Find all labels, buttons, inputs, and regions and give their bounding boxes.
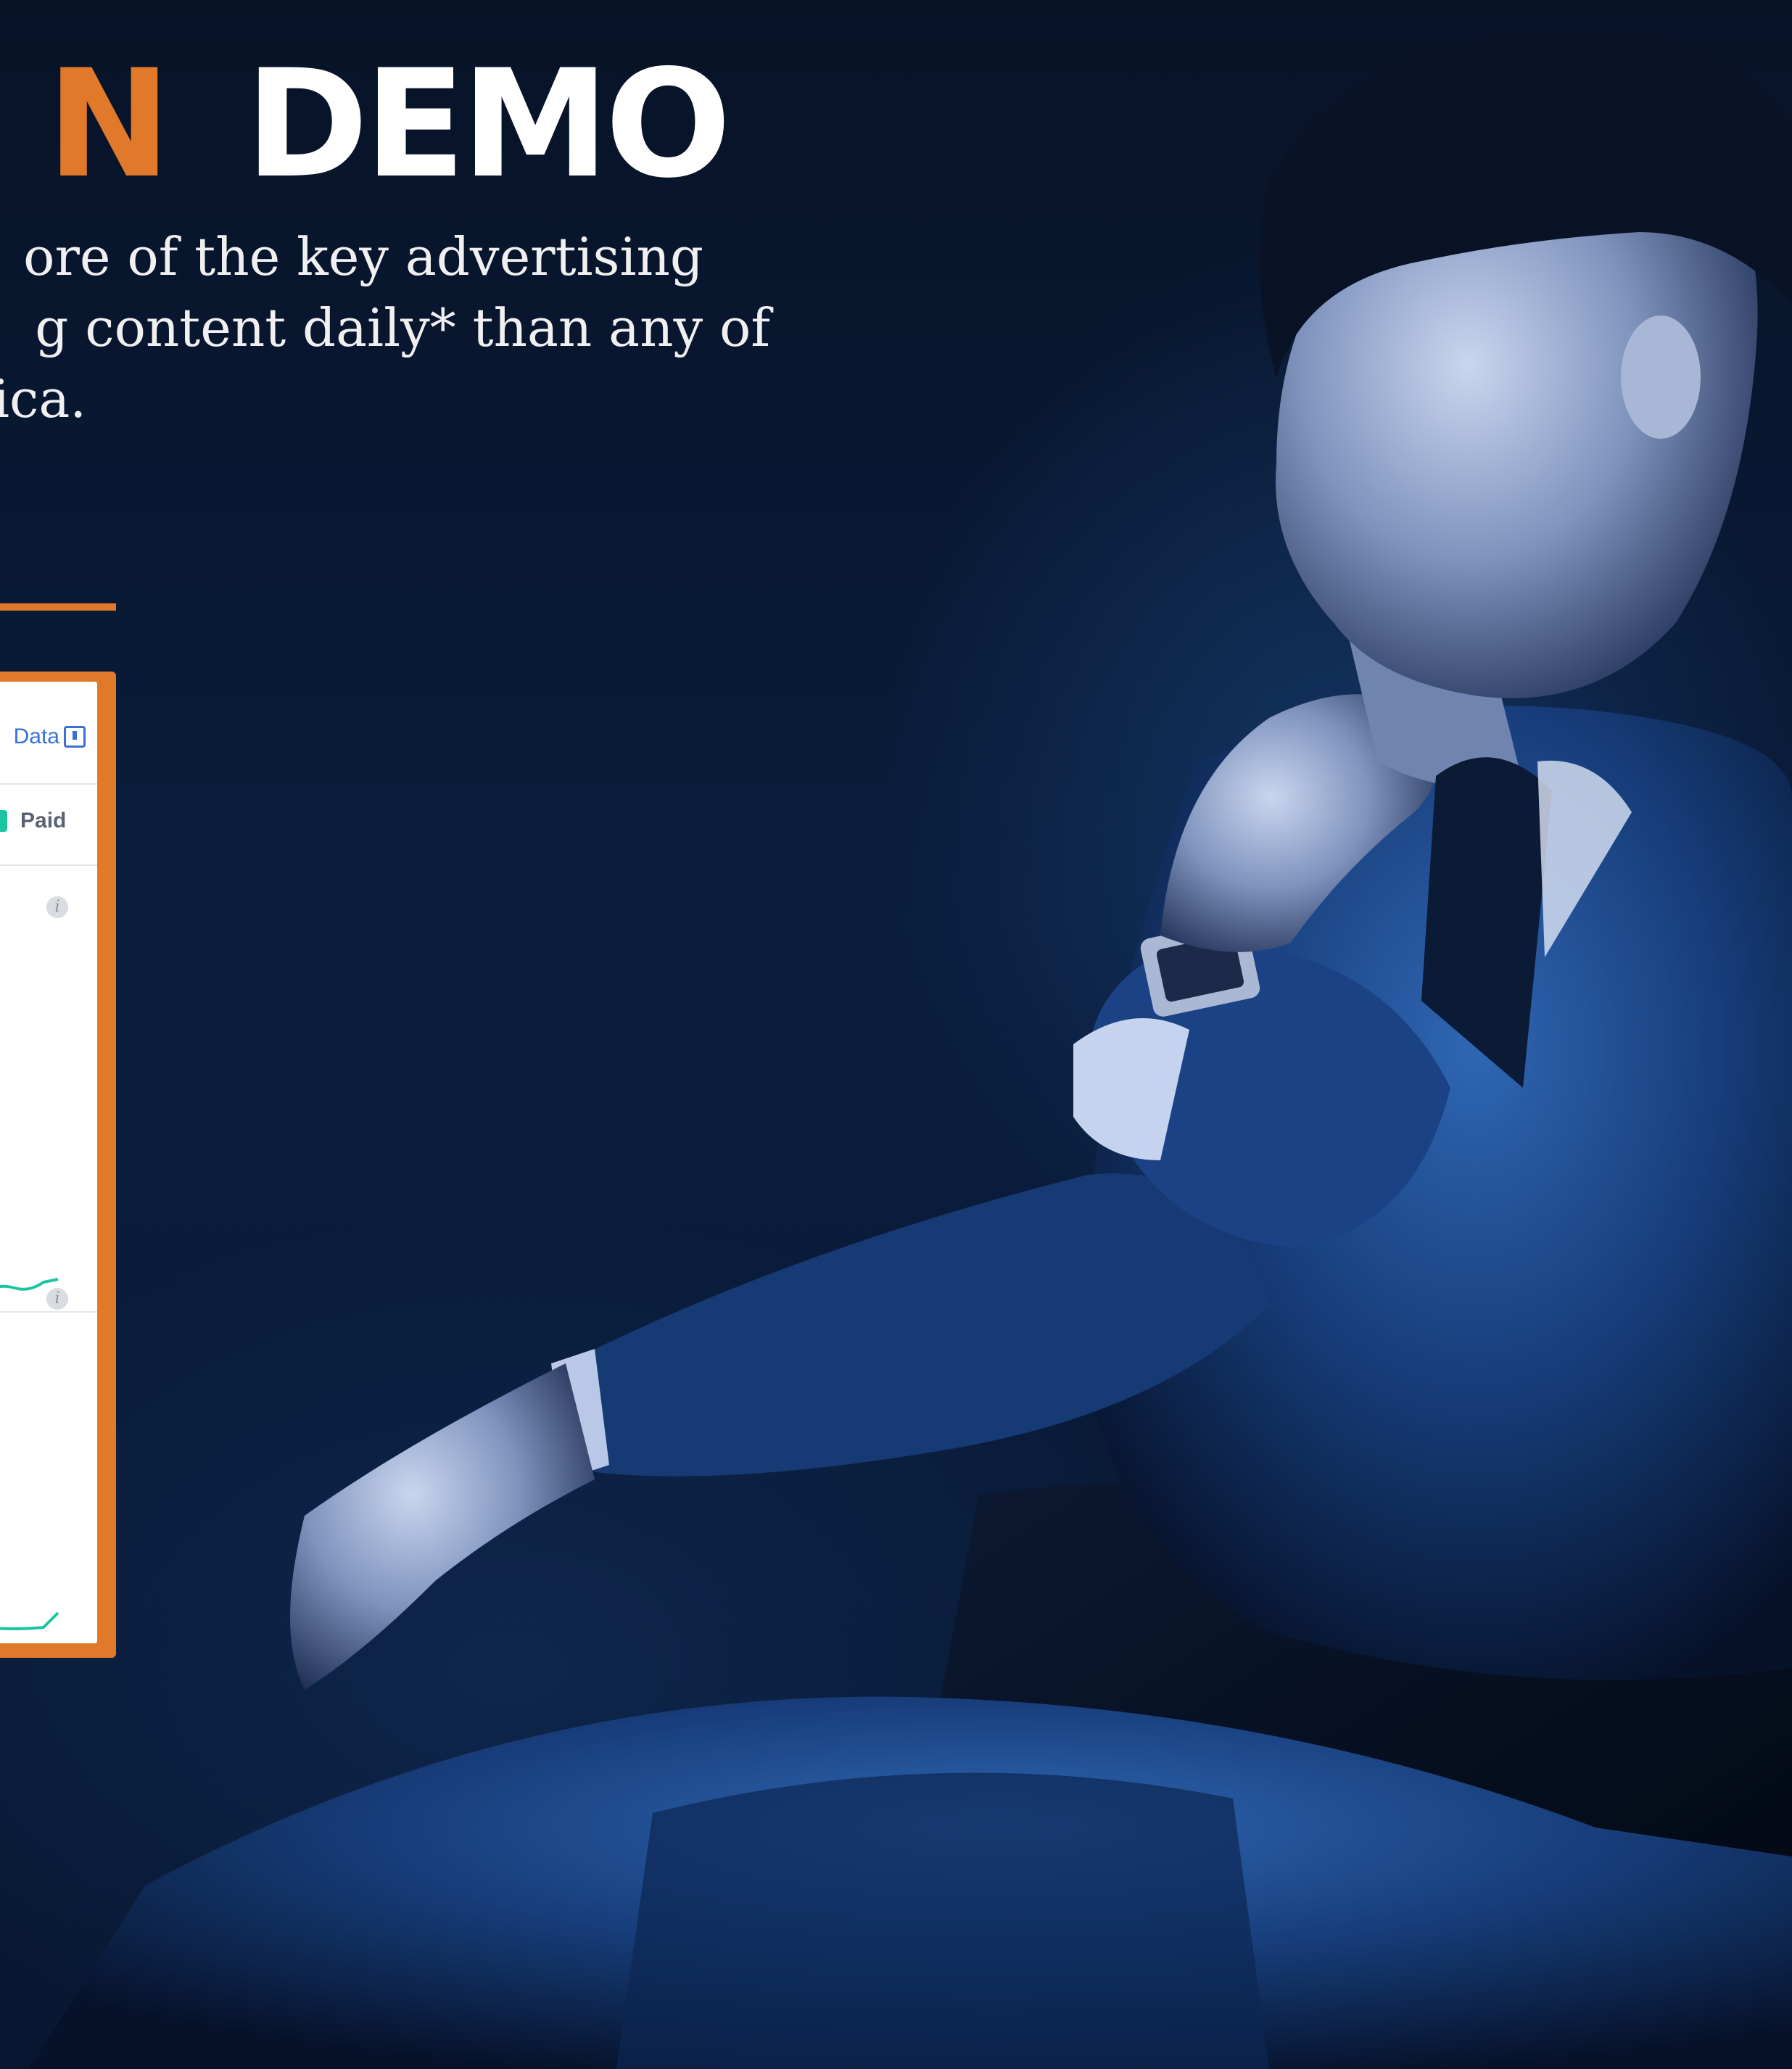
- card-divider: [0, 1311, 97, 1313]
- headline-main: DEMO: [245, 52, 731, 197]
- card-divider: [0, 783, 97, 785]
- intro-line-2: g content daily* than any of: [35, 297, 770, 358]
- orange-divider: [0, 603, 116, 611]
- intro-paragraph: ore of the key advertising g content dai…: [0, 221, 798, 439]
- headline: N DEMO: [0, 52, 783, 197]
- intro-line-1: ore of the key advertising: [23, 226, 703, 287]
- landing-page: N DEMO ore of the key advertising g cont…: [0, 0, 1792, 2069]
- dashboard-card: Data Paid i i: [0, 682, 97, 1643]
- paid-label: Paid: [20, 809, 67, 833]
- card-divider: [0, 864, 97, 866]
- legend-paid[interactable]: Paid: [0, 806, 66, 835]
- dashboard-card-frame: Data Paid i i: [0, 672, 116, 1658]
- sparkline-2: [0, 1611, 59, 1630]
- paid-swatch: [0, 810, 7, 832]
- info-icon[interactable]: i: [46, 896, 68, 918]
- info-icon[interactable]: i: [46, 1288, 68, 1310]
- intro-line-3: ica.: [0, 368, 87, 429]
- download-icon: [64, 726, 86, 748]
- headline-accent: N: [46, 52, 171, 197]
- data-label: Data: [13, 724, 59, 748]
- data-export-button[interactable]: Data: [14, 722, 86, 751]
